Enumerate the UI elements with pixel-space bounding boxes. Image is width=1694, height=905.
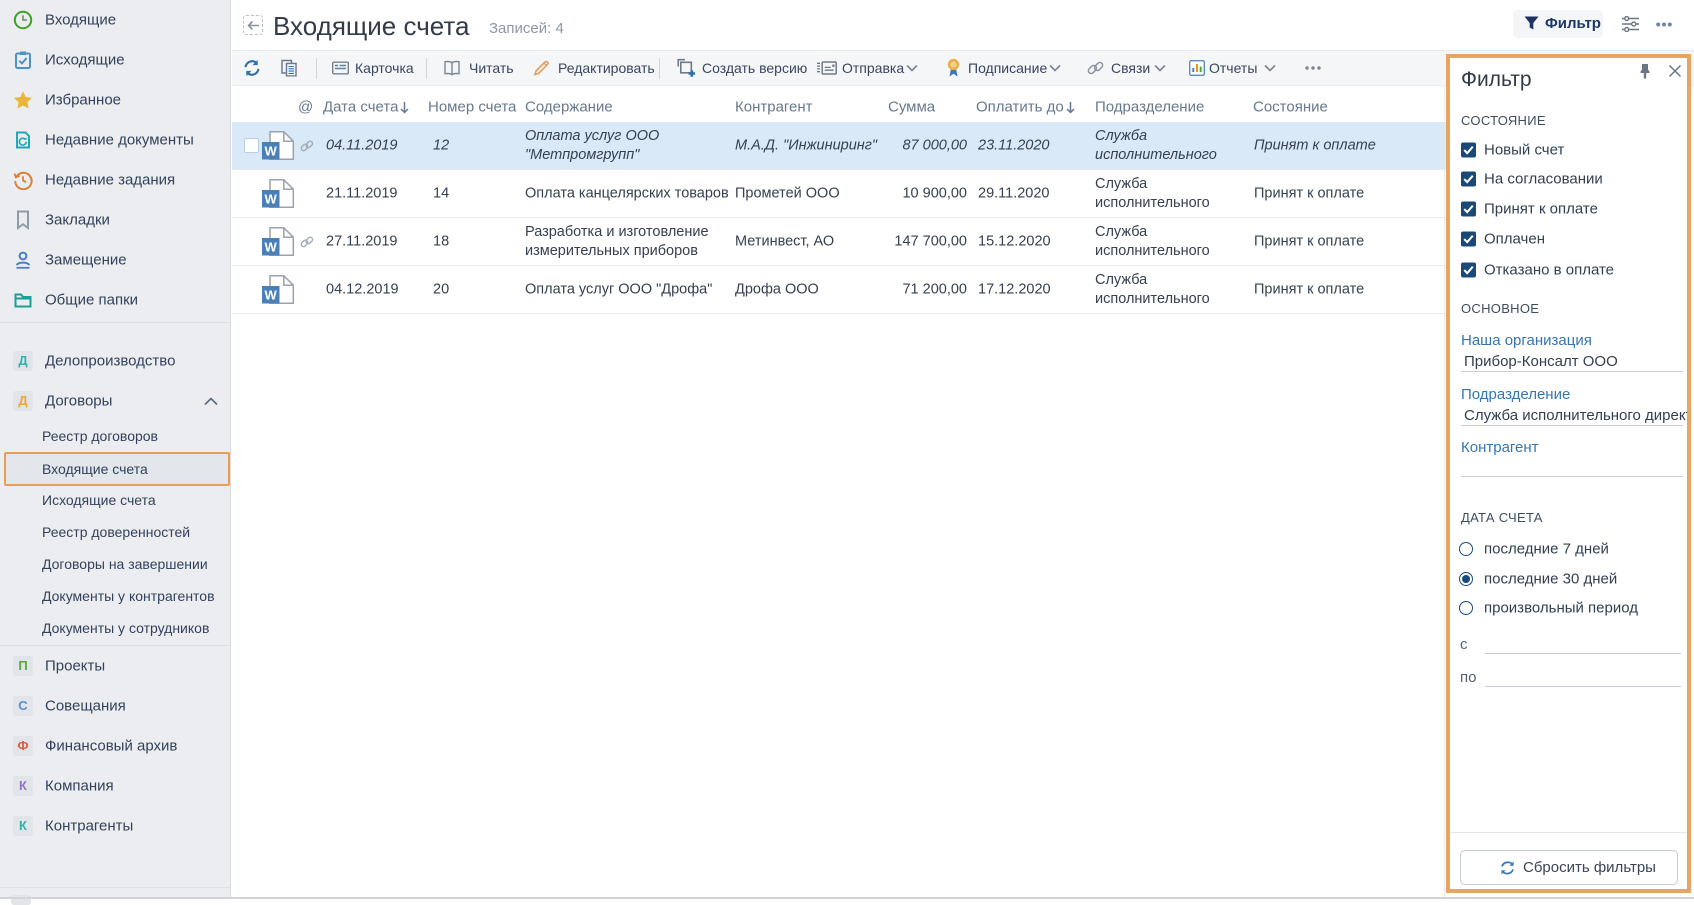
svg-text:W: W bbox=[265, 240, 278, 255]
svg-text:W: W bbox=[265, 144, 278, 159]
svg-text:W: W bbox=[265, 288, 278, 303]
svg-text:W: W bbox=[265, 192, 278, 207]
